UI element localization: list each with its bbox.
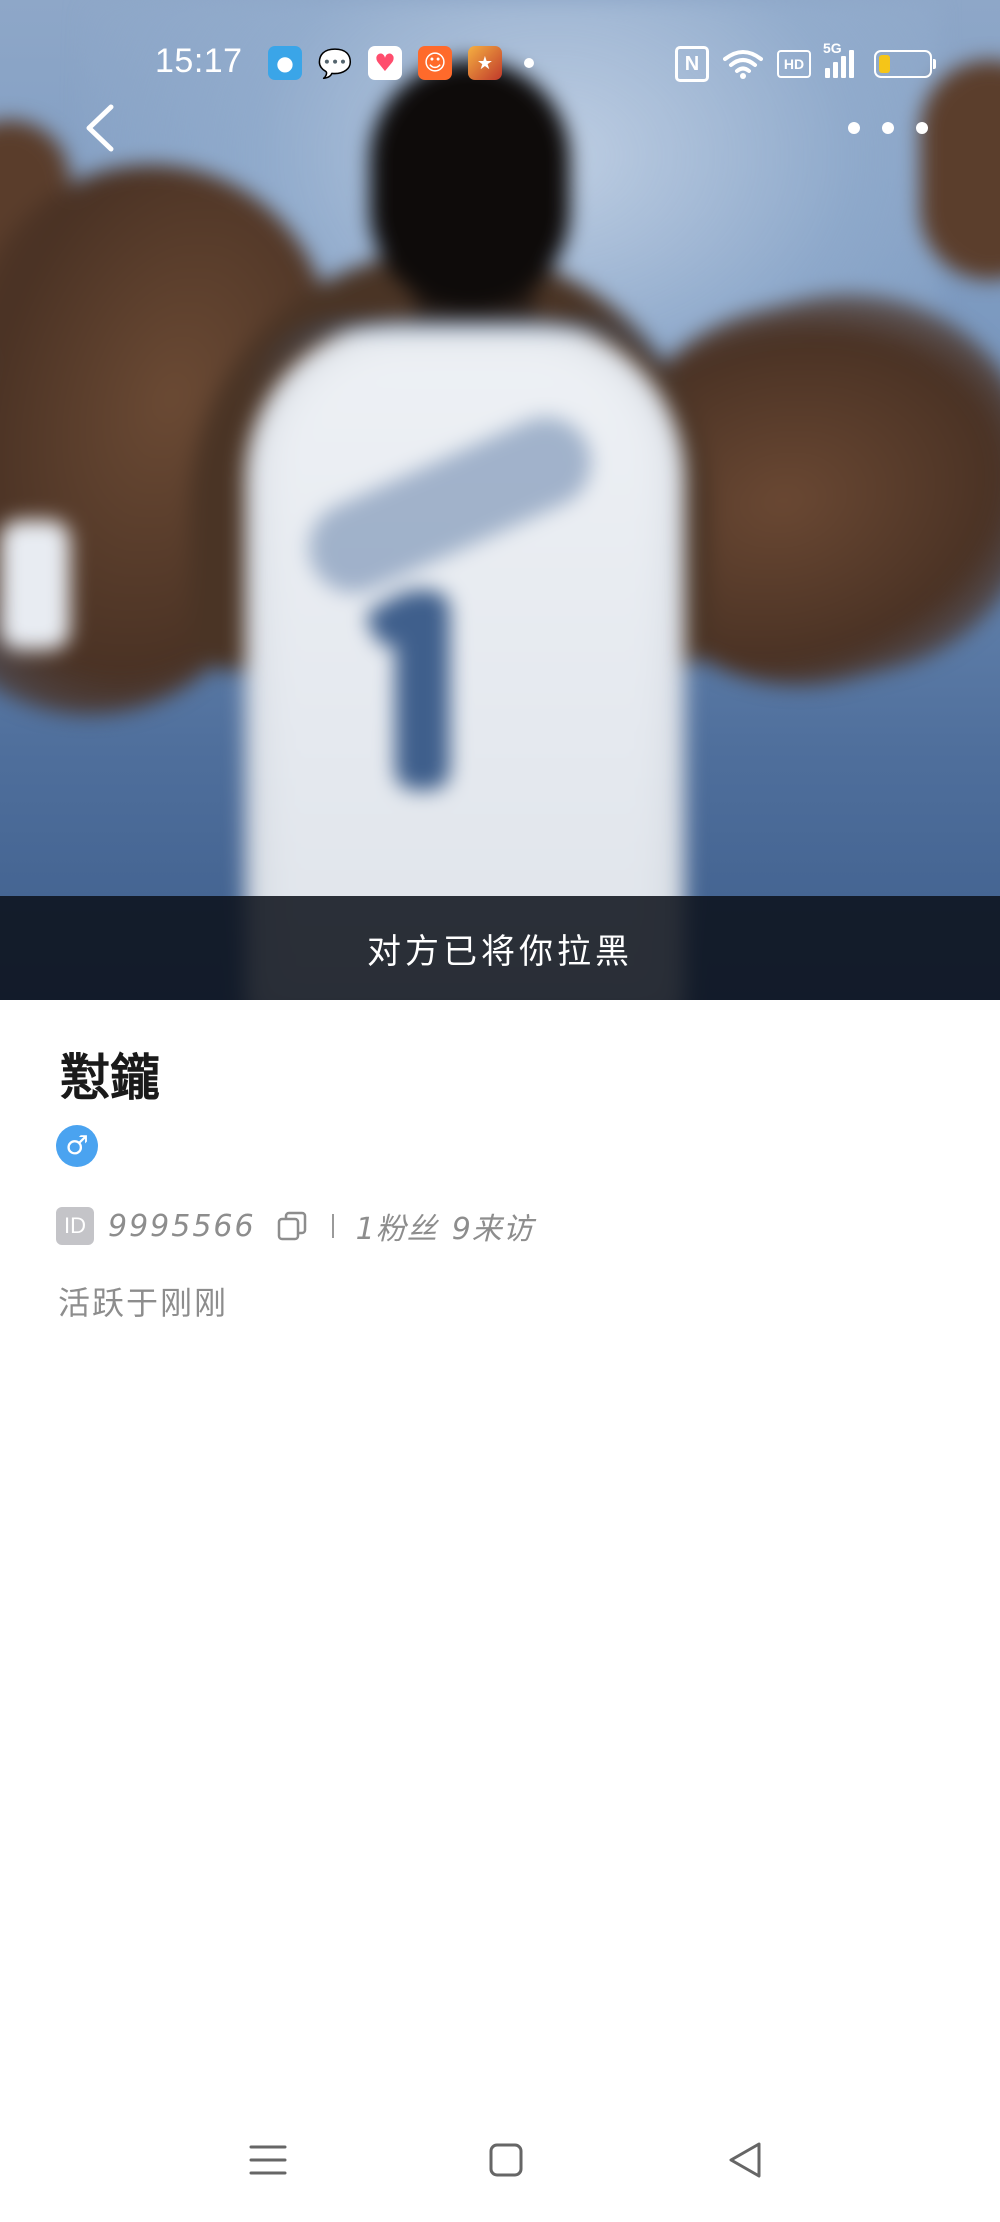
notification-dot	[524, 58, 534, 68]
active-status: 活跃于刚刚	[58, 1284, 229, 1322]
system-back-button[interactable]	[705, 2120, 785, 2200]
blocked-message: 对方已将你拉黑	[367, 931, 633, 972]
wifi-icon	[723, 49, 763, 79]
triangle-back-icon	[729, 2142, 761, 2178]
profile-cover-image[interactable]	[0, 0, 1000, 1000]
home-button[interactable]	[466, 2120, 546, 2200]
nfc-icon: N	[675, 46, 709, 82]
back-button[interactable]	[70, 98, 130, 158]
visitors-count[interactable]: 9来访	[452, 1204, 534, 1248]
cover-photo-blurred	[0, 0, 1000, 1000]
back-arrow-icon	[86, 104, 114, 152]
system-icons: N HD 5G	[675, 40, 936, 82]
battery-level	[879, 55, 890, 73]
status-time: 15:17	[155, 42, 243, 80]
orange-app-icon: ☺	[418, 46, 452, 80]
game-app-icon: ★	[468, 46, 502, 80]
hd-icon: HD	[777, 50, 811, 78]
fans-count[interactable]: 1粉丝	[356, 1204, 438, 1248]
menu-icon	[249, 2145, 287, 2175]
wechat-icon: 💬	[317, 46, 353, 80]
signal-5g-icon: 5G	[823, 40, 854, 78]
gender-male-icon: ♂	[56, 1125, 98, 1167]
home-icon	[489, 2143, 523, 2177]
heart-app-icon: ♥	[368, 46, 402, 80]
app-blue-icon: ●	[268, 46, 302, 80]
notification-icons: ● 💬 ♥ ☺ ★	[268, 46, 534, 80]
more-icon	[848, 122, 860, 134]
more-options-button[interactable]	[848, 108, 928, 148]
blocked-banner: 对方已将你拉黑	[0, 896, 1000, 1000]
copy-icon[interactable]	[274, 1208, 310, 1244]
system-nav-bar	[0, 2120, 1000, 2200]
divider	[331, 1214, 334, 1238]
user-id: 9995566	[108, 1208, 256, 1244]
battery-icon	[874, 50, 936, 78]
recent-apps-button[interactable]	[228, 2120, 308, 2200]
status-bar: 15:17 ● 💬 ♥ ☺ ★ N HD 5G	[0, 0, 1000, 124]
id-row: ID 9995566 1粉丝 9来访	[56, 1204, 534, 1248]
id-badge: ID	[56, 1207, 94, 1245]
profile-name: 懟鑨	[60, 1048, 160, 1107]
